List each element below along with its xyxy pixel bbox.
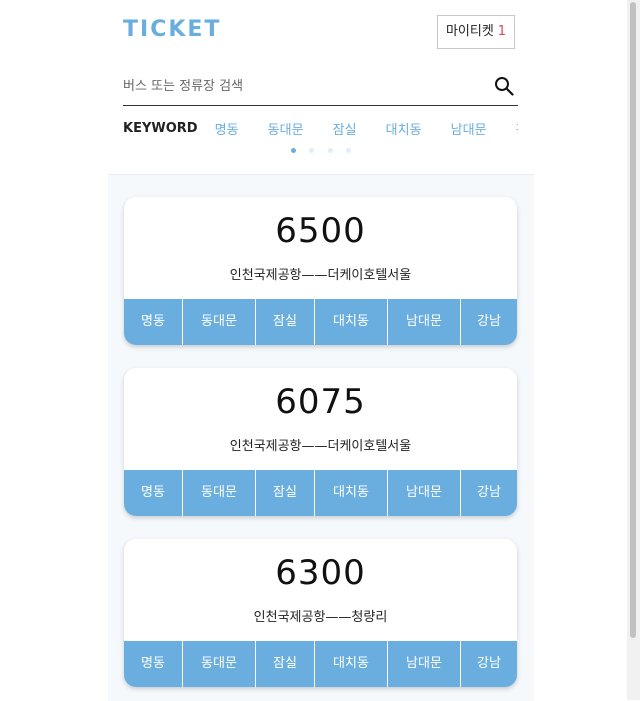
header: TICKET 마이티켓1 KEYWORD 명동 동대문 잠실 대치동 남대문 강… — [108, 0, 534, 172]
stop-button[interactable]: 남대문 — [388, 470, 461, 516]
route-list: 6500 인천국제공항——더케이호텔서울 명동 동대문 잠실 대치동 남대문 강… — [108, 174, 534, 701]
route-number: 6075 — [275, 382, 366, 422]
carousel-dot[interactable] — [291, 148, 297, 153]
stop-button[interactable]: 대치동 — [315, 299, 388, 345]
keyword-tag[interactable]: 남대문 — [451, 119, 487, 138]
stop-button[interactable]: 잠실 — [256, 299, 315, 345]
app: TICKET 마이티켓1 KEYWORD 명동 동대문 잠실 대치동 남대문 강… — [108, 0, 534, 701]
search-bar — [123, 68, 518, 106]
stop-button[interactable]: 강남 — [461, 641, 517, 687]
carousel-dots — [108, 148, 534, 156]
route-card[interactable]: 6075 인천국제공항——더케이호텔서울 명동 동대문 잠실 대치동 남대문 강… — [124, 368, 517, 516]
stop-button[interactable]: 명동 — [124, 470, 183, 516]
stop-bar: 명동 동대문 잠실 대치동 남대문 강남 — [124, 641, 517, 687]
stop-button[interactable]: 남대문 — [388, 641, 461, 687]
keyword-row: KEYWORD 명동 동대문 잠실 대치동 남대문 강남 — [123, 118, 518, 142]
scrollbar-thumb[interactable] — [630, 2, 636, 638]
stop-button[interactable]: 동대문 — [183, 470, 256, 516]
scrollbar[interactable] — [627, 0, 640, 700]
stop-bar: 명동 동대문 잠실 대치동 남대문 강남 — [124, 299, 517, 345]
stop-button[interactable]: 잠실 — [256, 641, 315, 687]
my-ticket-button[interactable]: 마이티켓 1 — [437, 15, 515, 49]
route-description: 인천국제공항——더케이호텔서울 — [229, 439, 412, 454]
carousel-dot[interactable] — [345, 148, 351, 153]
logo[interactable]: TICKET — [123, 17, 221, 42]
route-number: 6300 — [275, 553, 366, 593]
stop-button[interactable]: 대치동 — [315, 641, 388, 687]
stop-button[interactable]: 동대문 — [183, 641, 256, 687]
search-icon[interactable] — [494, 76, 514, 96]
stop-button[interactable]: 대치동 — [315, 470, 388, 516]
stop-button[interactable]: 남대문 — [388, 299, 461, 345]
stop-button[interactable]: 잠실 — [256, 470, 315, 516]
stop-bar: 명동 동대문 잠실 대치동 남대문 강남 — [124, 470, 517, 516]
keyword-tag[interactable]: 명동 — [215, 119, 239, 138]
search-input[interactable] — [123, 74, 483, 98]
keyword-tag[interactable]: 대치동 — [386, 119, 422, 138]
route-card[interactable]: 6300 인천국제공항——청량리 명동 동대문 잠실 대치동 남대문 강남 — [124, 539, 517, 687]
carousel-dot[interactable] — [327, 148, 333, 153]
carousel-dot[interactable] — [309, 148, 315, 153]
stop-button[interactable]: 강남 — [461, 299, 517, 345]
route-card[interactable]: 6500 인천국제공항——더케이호텔서울 명동 동대문 잠실 대치동 남대문 강… — [124, 197, 517, 345]
my-ticket-label: 마이티켓 — [445, 24, 494, 39]
keyword-tag[interactable]: 강남 — [516, 119, 518, 138]
stop-button[interactable]: 명동 — [124, 641, 183, 687]
keyword-label: KEYWORD — [123, 121, 198, 136]
route-description: 인천국제공항——청량리 — [253, 610, 388, 625]
keyword-tag[interactable]: 동대문 — [268, 119, 304, 138]
route-number: 6500 — [275, 211, 366, 251]
my-ticket-count: 1 — [497, 24, 507, 39]
keyword-tag[interactable]: 잠실 — [333, 119, 357, 138]
stop-button[interactable]: 강남 — [461, 470, 517, 516]
stop-button[interactable]: 동대문 — [183, 299, 256, 345]
stop-button[interactable]: 명동 — [124, 299, 183, 345]
route-description: 인천국제공항——더케이호텔서울 — [229, 268, 412, 283]
